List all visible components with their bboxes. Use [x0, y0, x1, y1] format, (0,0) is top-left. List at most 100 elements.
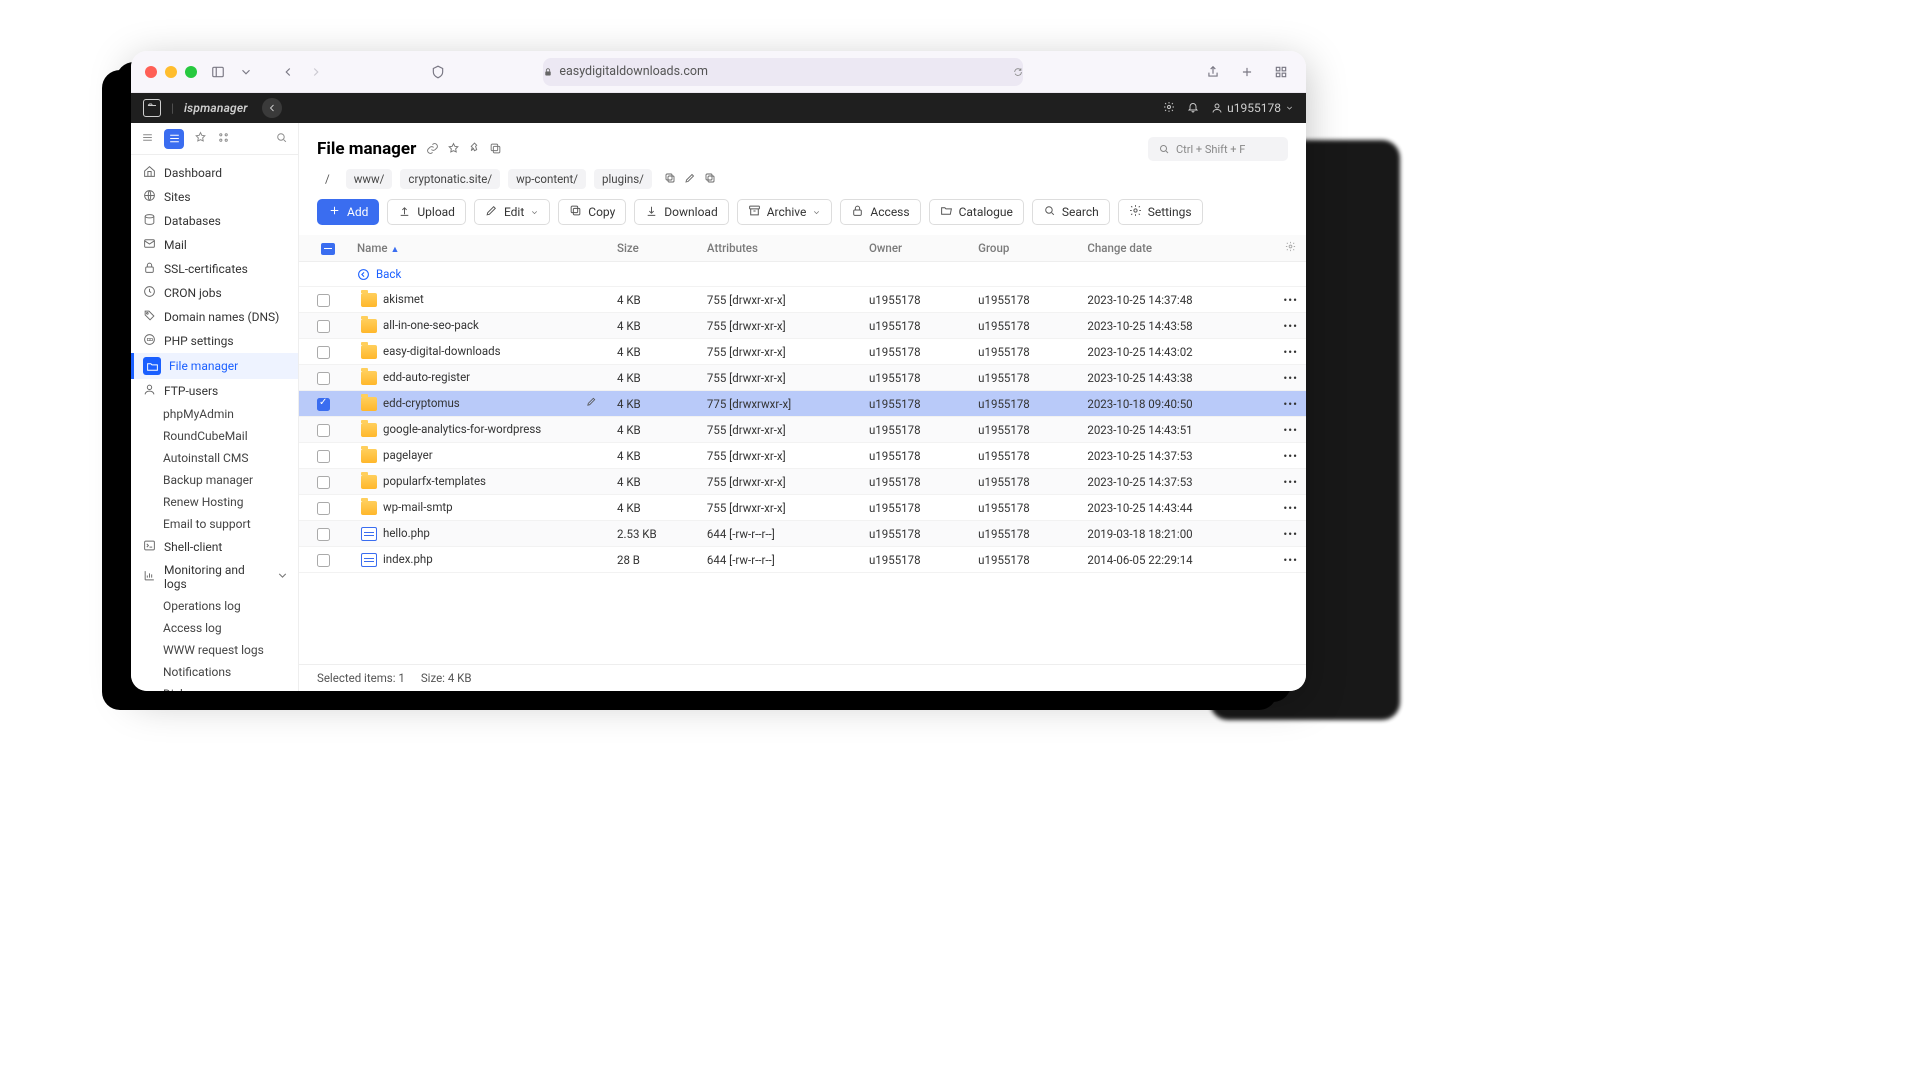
- table-row[interactable]: index.php 28 B644 [-rw-r--r--]u1955178u1…: [299, 547, 1306, 573]
- add-tab-icon[interactable]: [1236, 61, 1258, 83]
- address-bar[interactable]: easydigitaldownloads.com: [543, 58, 1023, 86]
- sidebar-toggle-icon[interactable]: [207, 61, 229, 83]
- edit-button[interactable]: Edit: [474, 199, 550, 225]
- table-row[interactable]: edd-cryptomus 4 KB775 [drwxrwxr-x]u19551…: [299, 391, 1306, 417]
- catalogue-button[interactable]: Catalogue: [929, 199, 1024, 225]
- maximize-icon[interactable]: [185, 66, 197, 78]
- add-button[interactable]: Add: [317, 199, 379, 225]
- sidebar-item-support[interactable]: Email to support: [131, 513, 298, 535]
- pin-icon[interactable]: [468, 140, 481, 159]
- row-checkbox[interactable]: [317, 554, 330, 567]
- row-menu-icon[interactable]: •••: [1275, 495, 1306, 521]
- sidebar-item-oplog[interactable]: Operations log: [131, 595, 298, 617]
- row-menu-icon[interactable]: •••: [1275, 469, 1306, 495]
- breadcrumb-segment[interactable]: plugins/: [594, 169, 652, 189]
- table-row[interactable]: popularfx-templates 4 KB755 [drwxr-xr-x]…: [299, 469, 1306, 495]
- close-icon[interactable]: [145, 66, 157, 78]
- star-icon[interactable]: [194, 131, 207, 147]
- star-icon[interactable]: [447, 140, 460, 159]
- chevron-down-icon[interactable]: [235, 61, 257, 83]
- row-menu-icon[interactable]: •••: [1275, 443, 1306, 469]
- sidebar-item-autoinstall[interactable]: Autoinstall CMS: [131, 447, 298, 469]
- breadcrumb-segment[interactable]: www/: [346, 169, 393, 189]
- nav-forward-icon[interactable]: [305, 61, 327, 83]
- copy-path-icon[interactable]: [664, 172, 676, 187]
- row-checkbox[interactable]: [317, 450, 330, 463]
- sidebar-item-mail[interactable]: Mail: [131, 233, 298, 257]
- sidebar-item-backup[interactable]: Backup manager: [131, 469, 298, 491]
- menu-icon[interactable]: [141, 131, 154, 147]
- row-menu-icon[interactable]: •••: [1275, 365, 1306, 391]
- sidebar-item-fm[interactable]: File manager: [131, 353, 298, 379]
- row-checkbox[interactable]: [317, 320, 330, 333]
- back-row[interactable]: Back: [299, 262, 1306, 287]
- edit-path-icon[interactable]: [684, 172, 696, 187]
- settings-button[interactable]: Settings: [1118, 199, 1203, 225]
- row-menu-icon[interactable]: •••: [1275, 547, 1306, 573]
- archive-button[interactable]: Archive: [737, 199, 833, 225]
- search-icon[interactable]: [275, 131, 288, 147]
- access-button[interactable]: Access: [840, 199, 920, 225]
- sidebar-item-disk[interactable]: Disk usage: [131, 683, 298, 691]
- copy-button[interactable]: Copy: [558, 199, 626, 225]
- sidebar-item-phpmyadmin[interactable]: phpMyAdmin: [131, 403, 298, 425]
- sidebar-item-renew[interactable]: Renew Hosting: [131, 491, 298, 513]
- sidebar-item-accesslog[interactable]: Access log: [131, 617, 298, 639]
- link-icon[interactable]: [426, 140, 439, 159]
- sidebar-item-cron[interactable]: CRON jobs: [131, 281, 298, 305]
- row-checkbox[interactable]: [317, 528, 330, 541]
- row-checkbox[interactable]: [317, 502, 330, 515]
- sidebar-item-monitor[interactable]: Monitoring and logs: [131, 559, 298, 595]
- breadcrumb-segment[interactable]: cryptonatic.site/: [400, 169, 500, 189]
- col-checkbox[interactable]: [299, 235, 349, 262]
- col-name[interactable]: Name▲: [349, 235, 609, 262]
- sidebar-item-ssl[interactable]: SSL-certificates: [131, 257, 298, 281]
- sidebar-item-sites[interactable]: Sites: [131, 185, 298, 209]
- breadcrumb-segment[interactable]: wp-content/: [508, 169, 586, 189]
- table-row[interactable]: edd-auto-register 4 KB755 [drwxr-xr-x]u1…: [299, 365, 1306, 391]
- row-menu-icon[interactable]: •••: [1275, 521, 1306, 547]
- sidebar-item-databases[interactable]: Databases: [131, 209, 298, 233]
- nav-back-icon[interactable]: [277, 61, 299, 83]
- row-menu-icon[interactable]: •••: [1275, 391, 1306, 417]
- download-button[interactable]: Download: [634, 199, 728, 225]
- gear-icon[interactable]: [1163, 101, 1175, 116]
- reload-icon[interactable]: [1013, 67, 1023, 77]
- duplicate-path-icon[interactable]: [704, 172, 716, 187]
- user-menu[interactable]: u1955178: [1211, 101, 1294, 115]
- table-row[interactable]: hello.php 2.53 KB644 [-rw-r--r--]u195517…: [299, 521, 1306, 547]
- apps-icon[interactable]: [217, 131, 230, 147]
- col-attributes[interactable]: Attributes: [699, 235, 861, 262]
- sidebar-item-notif[interactable]: Notifications: [131, 661, 298, 683]
- shield-icon[interactable]: [427, 61, 449, 83]
- breadcrumb-segment[interactable]: /: [317, 169, 338, 189]
- row-checkbox[interactable]: [317, 424, 330, 437]
- col-owner[interactable]: Owner: [861, 235, 970, 262]
- sidebar-item-php[interactable]: PHP settings: [131, 329, 298, 353]
- table-row[interactable]: pagelayer 4 KB755 [drwxr-xr-x]u1955178u1…: [299, 443, 1306, 469]
- row-checkbox[interactable]: [317, 372, 330, 385]
- table-row[interactable]: akismet 4 KB755 [drwxr-xr-x]u1955178u195…: [299, 287, 1306, 313]
- row-checkbox[interactable]: [317, 476, 330, 489]
- table-row[interactable]: all-in-one-seo-pack 4 KB755 [drwxr-xr-x]…: [299, 313, 1306, 339]
- bell-icon[interactable]: [1187, 101, 1199, 116]
- sidebar-item-wwwlog[interactable]: WWW request logs: [131, 639, 298, 661]
- sidebar-item-roundcube[interactable]: RoundCubeMail: [131, 425, 298, 447]
- list-view-icon[interactable]: [164, 129, 184, 149]
- sidebar-item-dashboard[interactable]: Dashboard: [131, 161, 298, 185]
- sidebar-item-dns[interactable]: Domain names (DNS): [131, 305, 298, 329]
- tabs-overview-icon[interactable]: [1270, 61, 1292, 83]
- sidebar-item-shell[interactable]: Shell-client: [131, 535, 298, 559]
- share-icon[interactable]: [1202, 61, 1224, 83]
- col-settings[interactable]: [1275, 235, 1306, 262]
- table-row[interactable]: google-analytics-for-wordpress 4 KB755 […: [299, 417, 1306, 443]
- row-checkbox[interactable]: [317, 346, 330, 359]
- table-row[interactable]: easy-digital-downloads 4 KB755 [drwxr-xr…: [299, 339, 1306, 365]
- row-checkbox[interactable]: [317, 398, 330, 411]
- copy-icon[interactable]: [489, 140, 502, 159]
- upload-button[interactable]: Upload: [387, 199, 466, 225]
- row-menu-icon[interactable]: •••: [1275, 287, 1306, 313]
- search-button[interactable]: Search: [1032, 199, 1110, 225]
- header-back-icon[interactable]: [262, 98, 282, 118]
- window-controls[interactable]: [145, 66, 197, 78]
